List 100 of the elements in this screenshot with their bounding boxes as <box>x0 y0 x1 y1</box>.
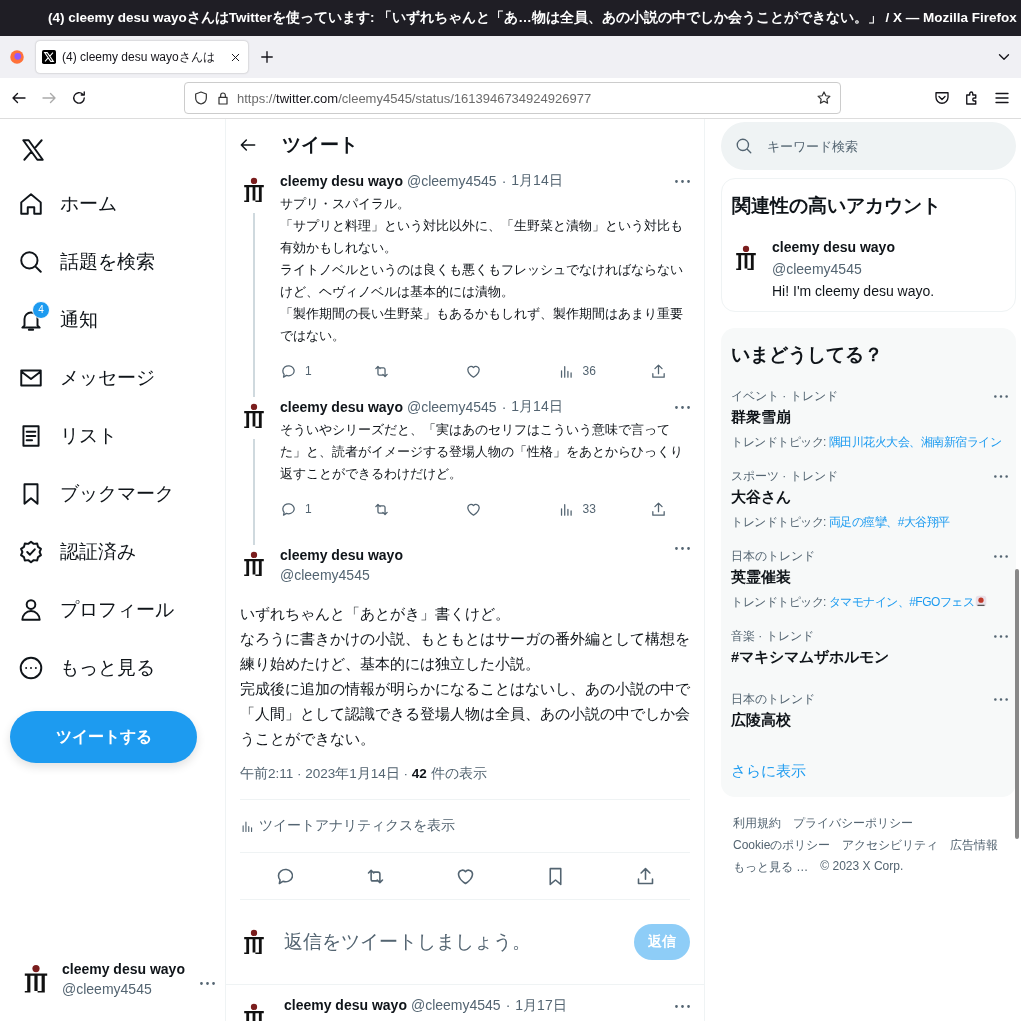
nav-label[interactable]: もっと見る <box>60 655 155 681</box>
share-icon <box>650 362 667 380</box>
reply-button[interactable]: 1 <box>280 359 320 383</box>
browser-logo-icon[interactable] <box>8 48 26 66</box>
more-options-icon <box>994 475 1008 478</box>
pocket-icon <box>933 89 951 107</box>
star-icon <box>816 90 832 106</box>
nav-item[interactable]: もっと見る <box>10 639 215 697</box>
nav-label[interactable]: リスト <box>60 423 117 449</box>
tweet-text: いずれちゃんと「あとがき」書くけど。 <box>240 604 511 624</box>
trend-context: イベント · トレンド <box>731 388 838 405</box>
browser-tab[interactable]: (4) cleemy desu wayoさんは <box>36 41 248 73</box>
tweet-text: そういやシリーズだと、「実はあのセリフはこういう意味で言ってた」と、読者がイメージする登場人物の「性格」をあとからひっくり返すことができるわけだけど。 <box>280 421 684 483</box>
new-tab-icon <box>258 48 276 66</box>
search-icon <box>735 137 753 155</box>
lock-icon <box>215 90 231 106</box>
tweet-date[interactable]: 1月14日 <box>511 172 563 190</box>
search-field[interactable]: キーワード検索 <box>721 122 1016 170</box>
author-handle[interactable]: @cleemy4545 <box>410 997 501 1013</box>
footer-link[interactable]: アクセシビリティ <box>842 837 939 854</box>
author-handle[interactable]: @cleemy4545 <box>280 567 403 583</box>
tweet-text: ライトノベルというのは良くも悪くもフレッシュでなければならないけど、ヘヴィノベルは基本的には漬物。 <box>280 261 684 301</box>
nav-label[interactable]: ホーム <box>60 191 117 217</box>
card-title: いまどうしてる？ <box>731 343 884 367</box>
account-handle: @cleemy4545 <box>62 981 153 997</box>
nav-item[interactable]: ホーム <box>10 175 215 233</box>
account-name[interactable]: cleemy desu wayo <box>772 239 935 255</box>
account-handle[interactable]: @cleemy4545 <box>772 261 935 277</box>
separator-dot: · <box>504 997 512 1013</box>
nav-item[interactable]: メッセージ <box>10 349 215 407</box>
more-options-icon <box>994 395 1008 398</box>
tweet-text: 「サプリと料理」という対比以外に、「生野菜と漬物」という対比も有効かもしれない。 <box>280 217 684 257</box>
author-name[interactable]: cleemy desu wayo <box>280 173 403 189</box>
nav-label[interactable]: ブックマーク <box>60 481 174 507</box>
more-options-icon <box>675 1005 690 1008</box>
nav-item[interactable]: プロフィール <box>10 581 215 639</box>
nav-item[interactable]: ブックマーク <box>10 465 215 523</box>
more-options-icon <box>675 179 690 183</box>
nav-label[interactable]: プロフィール <box>60 597 174 623</box>
account-bio: Hi! I'm cleemy desu wayo. <box>772 283 935 299</box>
author-handle[interactable]: @cleemy4545 <box>406 399 497 415</box>
tweet-date[interactable]: 1月14日 <box>511 398 563 416</box>
scrollbar-thumb[interactable] <box>1015 569 1019 839</box>
author-handle[interactable]: @cleemy4545 <box>406 173 497 189</box>
trend-context: 日本のトレンド <box>731 548 815 565</box>
trend-name[interactable]: 広陵高校 <box>731 711 1008 730</box>
separator-dot: · <box>500 173 508 189</box>
reply-icon <box>280 500 297 518</box>
trend-name[interactable]: 群衆雪崩 <box>731 408 1008 427</box>
nav-label[interactable]: メッセージ <box>60 365 155 391</box>
reply-button[interactable]: 1 <box>280 497 320 521</box>
author-name[interactable]: cleemy desu wayo <box>284 997 407 1013</box>
person-icon <box>18 597 44 623</box>
trend-context: スポーツ · トレンド <box>731 468 838 485</box>
views-button[interactable]: 36 <box>557 359 598 383</box>
nav-item[interactable]: リスト <box>10 407 215 465</box>
nav-label[interactable]: 認証済み <box>60 539 136 565</box>
tweet-text: なろうに書きかけの小説、もともとはサーガの番外編として構想を練り始めたけど、基本的には独立した小説。 <box>240 629 690 674</box>
verified-badge-icon <box>18 539 44 565</box>
reload-icon <box>70 89 88 107</box>
tweet-date[interactable]: 1月17日 <box>515 997 567 1015</box>
nav-item[interactable]: 4 通知 <box>10 291 215 349</box>
views-button[interactable]: 33 <box>557 497 598 521</box>
footer-link[interactable]: © 2023 X Corp. <box>820 859 904 876</box>
page-title: ツイート <box>282 133 358 157</box>
trend-topics-label: トレンドトピック: <box>731 435 827 449</box>
author-name[interactable]: cleemy desu wayo <box>280 399 403 415</box>
trend-name[interactable]: #マキシマムザホルモン <box>731 648 1008 667</box>
home-icon <box>18 191 44 217</box>
trend-name[interactable]: 大谷さん <box>731 488 1008 507</box>
more-options-icon <box>675 405 690 409</box>
more-options-icon <box>994 555 1008 558</box>
analytics-link[interactable]: ツイートアナリティクスを表示 <box>240 800 690 853</box>
trend-topics-label: トレンドトピック: <box>731 595 827 609</box>
reply-input[interactable]: 返信をツイートしましょう。 <box>282 930 620 954</box>
footer-link[interactable]: プライバシーポリシー <box>793 815 913 832</box>
nav-label[interactable]: 通知 <box>60 307 98 333</box>
emoji-icon <box>974 594 989 608</box>
reply-icon <box>280 362 297 380</box>
tweet-text: 完成後に追加の情報が明らかになることはないし、あの小説の中で「人間」として認識できる登場人物は全員、あの小説の中でしか会うことができない。 <box>240 679 690 749</box>
trend-context: 音楽 · トレンド <box>731 628 814 645</box>
address-bar[interactable]: https://twitter.com/cleemy4545/status/1613946734924926977 <box>184 82 841 114</box>
footer-link[interactable]: Cookieのポリシー <box>733 837 831 854</box>
footer-link[interactable]: 利用規約 <box>733 815 781 832</box>
footer-link[interactable]: 広告情報 <box>950 837 999 854</box>
nav-item[interactable]: 認証済み <box>10 523 215 581</box>
share-icon <box>650 500 667 518</box>
search-icon <box>18 249 44 275</box>
account-name: cleemy desu wayo <box>62 961 186 977</box>
trend-name[interactable]: 英霊催装 <box>731 568 1008 587</box>
nav-label[interactable]: 話題を検索 <box>60 249 155 275</box>
more-options-icon <box>675 547 690 550</box>
more-options-icon <box>994 698 1008 701</box>
trend-topics-label: トレンドトピック: <box>731 515 827 529</box>
trend-context: 日本のトレンド <box>731 691 815 708</box>
author-name[interactable]: cleemy desu wayo <box>280 547 403 563</box>
shield-icon <box>193 90 209 106</box>
more-options-icon <box>200 981 215 985</box>
footer-link[interactable]: もっと見る … <box>733 859 809 876</box>
nav-item[interactable]: 話題を検索 <box>10 233 215 291</box>
